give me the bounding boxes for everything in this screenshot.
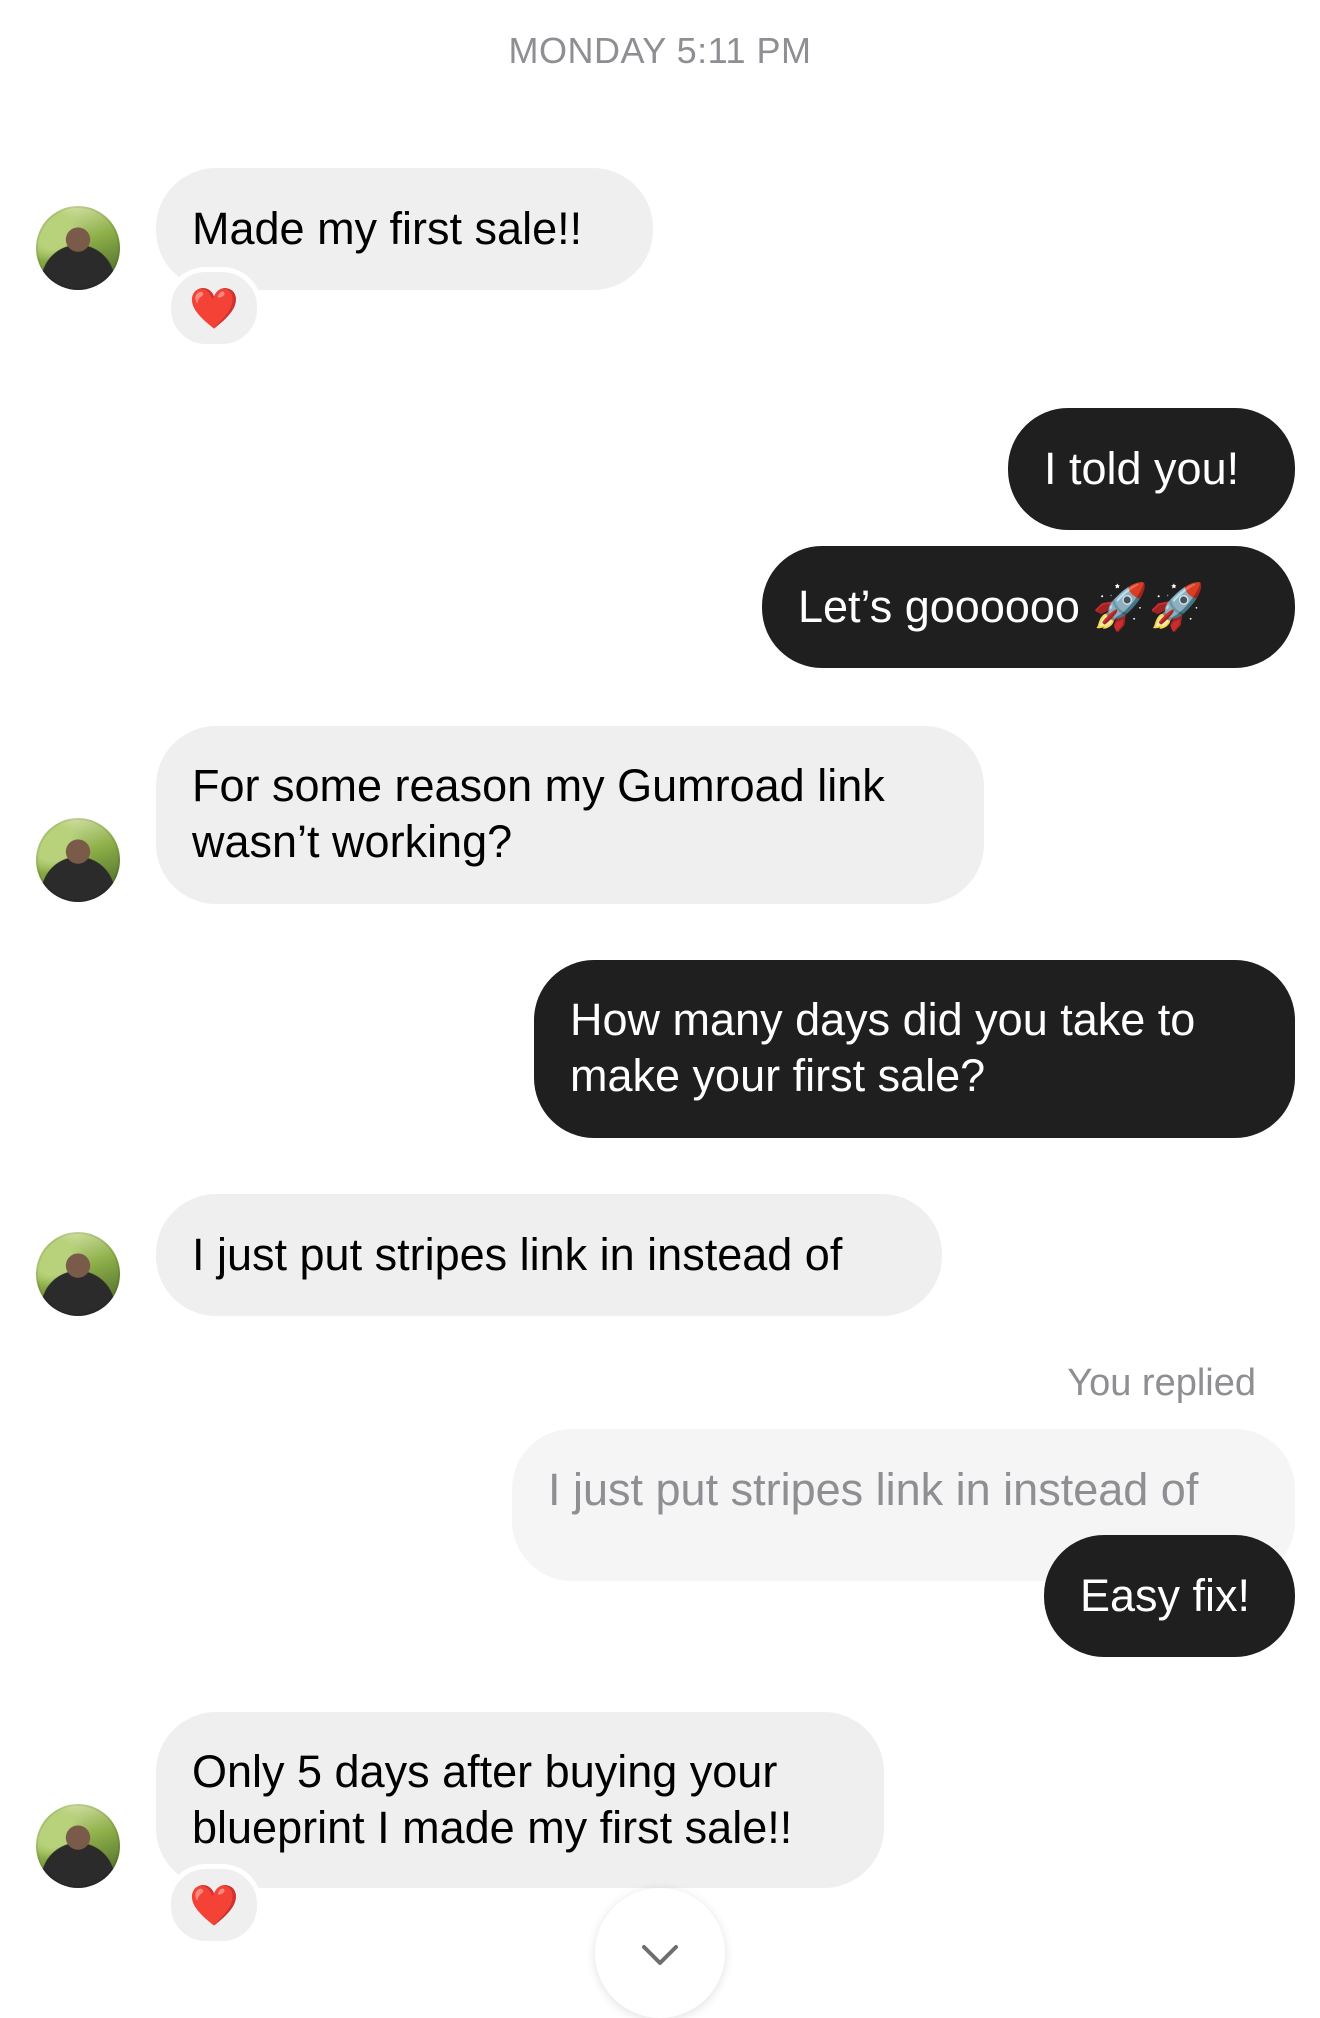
contact-avatar[interactable] [36,1804,120,1888]
incoming-message-bubble[interactable]: I just put stripes link in instead of [156,1194,942,1316]
message-text: Let’s goooooo 🚀🚀 [798,581,1205,632]
contact-avatar[interactable] [36,206,120,290]
contact-avatar[interactable] [36,818,120,902]
message-text: For some reason my Gumroad link wasn’t w… [192,760,885,867]
message-text: How many days did you take to make your … [570,994,1196,1101]
outgoing-message-bubble[interactable]: I told you! [1008,408,1295,530]
you-replied-label: You replied [1067,1362,1256,1404]
message-text: Easy fix! [1080,1570,1251,1621]
outgoing-message-bubble[interactable]: Easy fix! [1044,1535,1295,1657]
message-text: Made my first sale!! [192,203,583,254]
conversation-timestamp: MONDAY 5:11 PM [508,30,812,71]
quoted-message-text: I just put stripes link in instead of [548,1464,1199,1515]
heart-reaction[interactable]: ❤️ [166,267,262,349]
message-text: I told you! [1044,443,1240,494]
message-text: Only 5 days after buying your blueprint … [192,1746,793,1853]
message-text: I just put stripes link in instead of [192,1229,843,1280]
chevron-down-icon [642,1945,678,1965]
heart-reaction[interactable]: ❤️ [166,1864,262,1946]
outgoing-message-bubble[interactable]: How many days did you take to make your … [534,960,1295,1138]
heart-icon: ❤️ [189,1883,239,1928]
outgoing-message-bubble[interactable]: Let’s goooooo 🚀🚀 [762,546,1295,668]
incoming-message-bubble[interactable]: For some reason my Gumroad link wasn’t w… [156,726,984,904]
contact-avatar[interactable] [36,1232,120,1316]
scroll-to-bottom-button[interactable] [595,1888,725,2018]
heart-icon: ❤️ [189,286,239,331]
incoming-message-bubble[interactable]: Only 5 days after buying your blueprint … [156,1712,884,1888]
